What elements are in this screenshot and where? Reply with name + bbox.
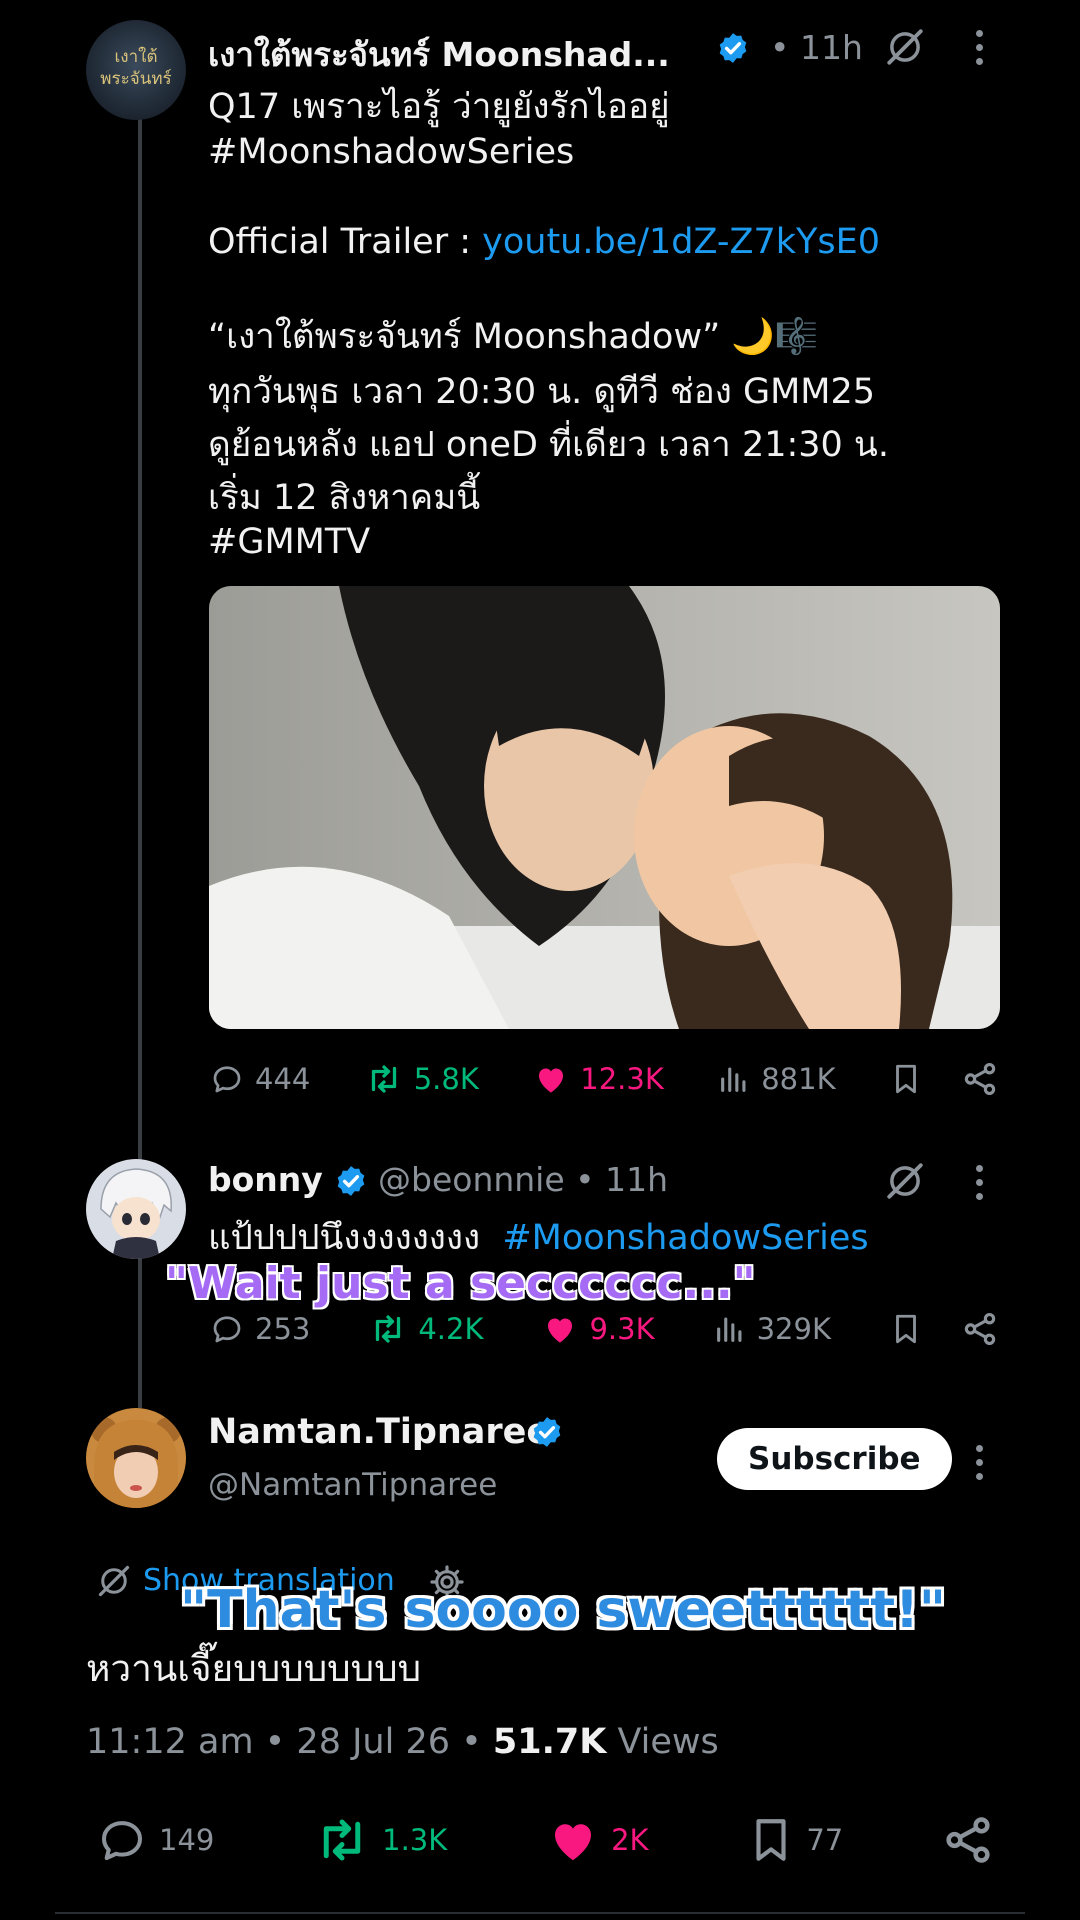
- views-button[interactable]: 329K: [713, 1312, 831, 1346]
- grok-translate-icon[interactable]: [884, 1160, 926, 1202]
- tweet1-action-bar: 444 5.8K 12.3K 881K: [209, 1060, 999, 1098]
- like-count: 9.3K: [589, 1312, 655, 1346]
- trailer-link[interactable]: youtu.be/1dZ-Z7kYsE0: [482, 222, 880, 262]
- reply-button[interactable]: 149: [95, 1813, 214, 1867]
- schedule-line: ทุกวันพุธ เวลา 20:30 น. ดูทีวี ช่อง GMM2…: [208, 372, 876, 412]
- reply-button[interactable]: 444: [209, 1061, 310, 1097]
- repost-count: 4.2K: [418, 1312, 484, 1346]
- tweet-media-image[interactable]: [209, 586, 1000, 1029]
- like-button[interactable]: 9.3K: [541, 1311, 655, 1347]
- subscribe-button[interactable]: Subscribe: [717, 1428, 952, 1490]
- reply-thai-text: แป้ปปปนึงงงงงงงง: [208, 1218, 481, 1258]
- bookmark-button[interactable]: 77: [746, 1812, 843, 1868]
- repost-icon: [371, 1065, 396, 1093]
- more-options-icon[interactable]: [976, 30, 984, 72]
- like-button[interactable]: 12.3K: [532, 1061, 664, 1097]
- avatar-namtan[interactable]: [86, 1408, 186, 1508]
- share-icon[interactable]: [961, 1310, 999, 1348]
- hashtag-moonshadow[interactable]: #MoonshadowSeries: [502, 1218, 868, 1258]
- bottom-divider: [55, 1912, 1025, 1914]
- tweet1-right-actions: [889, 1060, 999, 1098]
- verified-badge-icon: [719, 33, 747, 63]
- like-button[interactable]: 2K: [545, 1813, 649, 1867]
- reply-count: 444: [255, 1062, 311, 1096]
- repost-button[interactable]: 5.8K: [364, 1061, 479, 1097]
- tweet-datetime[interactable]: 11:12 am • 28 Jul 26 •: [86, 1722, 493, 1762]
- reply-icon: [213, 1066, 241, 1093]
- avatar-bonny-drawing: [100, 1168, 172, 1259]
- reply-count: 253: [255, 1312, 311, 1346]
- views-chart-icon: [716, 1317, 742, 1342]
- tweet3-action-bar: 149 1.3K 2K 77: [95, 1812, 995, 1868]
- verified-badge-icon: [533, 1417, 561, 1447]
- hashtag-moonshadow[interactable]: #MoonshadowSeries: [208, 130, 574, 175]
- tweet-meta-line: 11:12 am • 28 Jul 26 • 51.7K Views: [86, 1722, 719, 1762]
- trailer-line: Official Trailer : youtu.be/1dZ-Z7kYsE0: [208, 220, 880, 265]
- title-line: “เงาใต้พระจันทร์ Moonshadow” 🌙🎼: [208, 317, 819, 357]
- caption-overlay-1: "Wait just a secccccc...": [165, 1258, 756, 1309]
- tweet-views-count: 51.7K: [492, 1722, 607, 1762]
- heart-filled-icon: [539, 1068, 564, 1093]
- timestamp: • 11h: [770, 28, 863, 67]
- author-name[interactable]: เงาใต้พระจันทร์ Moonshad...: [208, 28, 670, 81]
- tweet2-action-bar: 253 4.2K 9.3K 329K: [209, 1310, 999, 1348]
- media-photo-shapes: [209, 586, 1000, 1029]
- reply-button[interactable]: 253: [209, 1311, 310, 1347]
- caption-overlay-2: "That's soooo sweetttttt!": [180, 1580, 946, 1640]
- reply-icon: [213, 1316, 241, 1343]
- tweet2-right-actions: [889, 1310, 999, 1348]
- verified-badge-icon: [337, 1166, 365, 1196]
- reply-count: 149: [159, 1823, 215, 1857]
- replay-line: ดูย้อนหลัง แอป oneD ที่เดียว เวลา 21:30 …: [208, 425, 889, 465]
- tweet-line-1: Q17 เพราะไอรู้ ว่ายูยังรักไออยู่: [208, 87, 670, 127]
- repost-count: 5.8K: [413, 1062, 479, 1096]
- views-button[interactable]: 881K: [717, 1062, 836, 1096]
- repost-icon: [376, 1315, 401, 1343]
- repost-icon: [323, 1819, 361, 1861]
- reply-text: แป้ปปปนึงงงงงงงง #MoonshadowSeries: [208, 1216, 869, 1261]
- like-count: 12.3K: [580, 1062, 664, 1096]
- handle-namtan[interactable]: @NamtanTipnaree: [208, 1467, 497, 1503]
- avatar-moonshadow[interactable]: เงาใต้ พระจันทร์: [86, 20, 186, 120]
- heart-filled-icon: [548, 1318, 573, 1343]
- trailer-label: Official Trailer :: [208, 222, 483, 262]
- more-options-icon[interactable]: [976, 1445, 984, 1487]
- bookmark-icon[interactable]: [889, 1060, 923, 1098]
- more-options-icon[interactable]: [976, 1165, 984, 1207]
- views-count: 881K: [761, 1062, 836, 1096]
- avatar-bonny[interactable]: [86, 1159, 186, 1259]
- reply-icon: [101, 1821, 143, 1861]
- views-count: 329K: [756, 1312, 831, 1346]
- share-icon[interactable]: [961, 1060, 999, 1098]
- bookmark-icon: [756, 1819, 786, 1861]
- repost-button[interactable]: 1.3K: [312, 1813, 447, 1867]
- handle-time: @beonnnie • 11h: [378, 1160, 669, 1199]
- heart-filled-icon: [555, 1824, 592, 1861]
- repost-count: 1.3K: [382, 1823, 448, 1857]
- like-count: 2K: [611, 1823, 649, 1857]
- namtan-tweet-text: หวานเจี๊ยบบบบบบบบ: [86, 1647, 422, 1690]
- start-date-line: เริ่ม 12 สิงหาคมนี้: [208, 478, 481, 518]
- author-name-bonny[interactable]: bonny: [208, 1160, 323, 1199]
- grok-translate-icon[interactable]: [884, 26, 926, 68]
- share-icon[interactable]: [941, 1813, 995, 1867]
- avatar-namtan-drawing: [91, 1417, 181, 1508]
- author-name-namtan[interactable]: Namtan.Tipnaree: [208, 1412, 550, 1452]
- bookmark-icon[interactable]: [889, 1310, 923, 1348]
- tweet-views-label: Views: [606, 1722, 719, 1762]
- bookmark-count: 77: [806, 1823, 844, 1857]
- avatar-logo-text: เงาใต้ พระจันทร์: [100, 47, 172, 89]
- hashtag-gmmtv[interactable]: #GMMTV: [208, 520, 370, 565]
- views-chart-icon: [721, 1067, 746, 1092]
- grok-translate-icon[interactable]: [96, 1563, 132, 1599]
- repost-button[interactable]: 4.2K: [368, 1311, 483, 1347]
